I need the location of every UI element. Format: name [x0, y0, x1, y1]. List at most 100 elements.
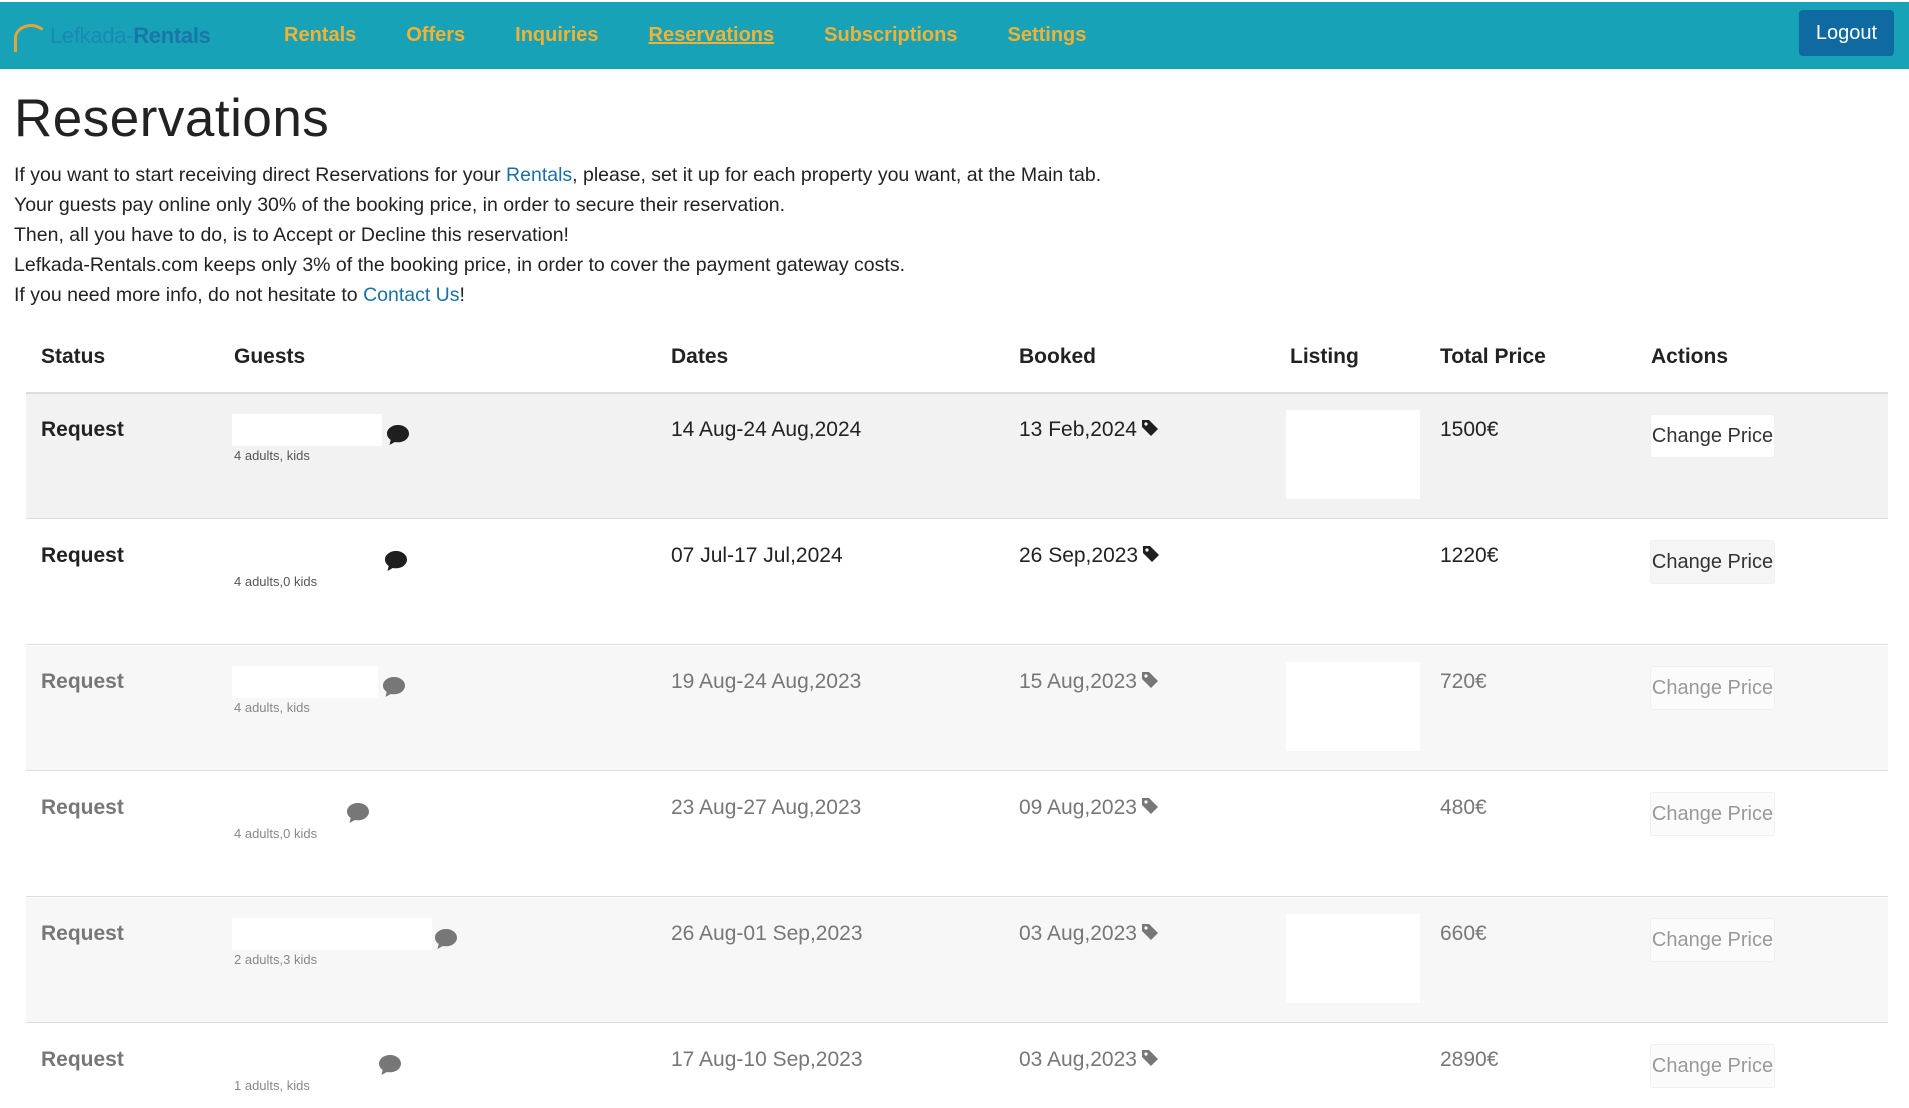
- row-booked: 09 Aug,2023: [1019, 796, 1159, 820]
- chat-bubble-icon[interactable]: [378, 1054, 402, 1076]
- nav-links: Rentals Offers Inquiries Reservations Su…: [284, 2, 1136, 69]
- nav-link-settings[interactable]: Settings: [1008, 24, 1087, 47]
- guest-count: 2 adults,3 kids: [234, 952, 318, 967]
- guest-count: 1 adults, kids: [234, 1078, 310, 1093]
- listing-thumbnail[interactable]: [1286, 410, 1420, 499]
- table-row: Request 1 adults, kids 17 Aug-10 Sep,202…: [26, 1024, 1888, 1108]
- intro-line-5: If you need more info, do not hesitate t…: [14, 280, 1214, 310]
- header-listing: Listing: [1290, 345, 1359, 368]
- contact-us-link[interactable]: Contact Us: [363, 284, 459, 306]
- header-guests: Guests: [234, 345, 306, 368]
- price-tag-icon: [1143, 546, 1160, 563]
- row-booked: 03 Aug,2023: [1019, 1048, 1159, 1072]
- nav-link-offers[interactable]: Offers: [406, 24, 465, 47]
- rentals-link[interactable]: Rentals: [506, 164, 572, 186]
- nav-link-subscriptions[interactable]: Subscriptions: [824, 24, 957, 47]
- brand-name-part2: Rentals: [133, 23, 211, 48]
- price-tag-icon: [1141, 420, 1158, 437]
- row-status: Request: [41, 544, 124, 567]
- logo-arc-icon: [14, 24, 48, 52]
- row-booked: 13 Feb,2024: [1019, 418, 1159, 442]
- row-status: Request: [41, 670, 124, 693]
- row-total-price: 1220€: [1440, 544, 1499, 567]
- nav-link-reservations[interactable]: Reservations: [649, 24, 775, 47]
- chat-bubble-icon[interactable]: [384, 550, 408, 572]
- header-status: Status: [41, 345, 106, 368]
- guest-count: 4 adults,0 kids: [234, 574, 318, 589]
- change-price-button[interactable]: Change Price: [1650, 540, 1775, 584]
- booked-date: 13 Feb,2024: [1019, 418, 1137, 441]
- intro-line-4: Lefkada-Rentals.com keeps only 3% of the…: [14, 254, 905, 276]
- intro-line-1: If you want to start receiving direct Re…: [14, 160, 1214, 190]
- guest-name-redacted: [232, 666, 378, 698]
- booked-date: 09 Aug,2023: [1019, 796, 1137, 819]
- table-row: Request 4 adults, kids 14 Aug-24 Aug,202…: [26, 394, 1888, 519]
- intro-line-1-pre: If you want to start receiving direct Re…: [14, 164, 507, 186]
- table-row: Request 4 adults, kids 19 Aug-24 Aug,202…: [26, 646, 1888, 771]
- change-price-button[interactable]: Change Price: [1650, 792, 1775, 836]
- intro-text: If you want to start receiving direct Re…: [14, 160, 1214, 310]
- page-title: Reservations: [14, 89, 330, 148]
- guest-count: 4 adults,0 kids: [234, 826, 318, 841]
- intro-line-3: Then, all you have to do, is to Accept o…: [14, 224, 569, 246]
- change-price-button[interactable]: Change Price: [1650, 918, 1775, 962]
- navbar: Lefkada- Rentals Rentals Offers Inquiries…: [0, 2, 1909, 69]
- change-price-button[interactable]: Change Price: [1650, 414, 1775, 458]
- nav-link-rentals[interactable]: Rentals: [284, 24, 356, 47]
- booked-date: 15 Aug,2023: [1019, 670, 1137, 693]
- row-total-price: 480€: [1440, 796, 1487, 819]
- brand-name-part1: Lefkada-: [50, 23, 134, 48]
- header-booked: Booked: [1019, 345, 1097, 368]
- row-status: Request: [41, 922, 124, 945]
- chat-bubble-icon[interactable]: [346, 802, 370, 824]
- nav-link-inquiries[interactable]: Inquiries: [515, 24, 598, 47]
- row-status: Request: [41, 1048, 124, 1071]
- guest-name-redacted: [232, 918, 432, 950]
- change-price-button[interactable]: Change Price: [1650, 1044, 1775, 1088]
- intro-line-5-post: !: [459, 284, 465, 306]
- guest-count: 4 adults, kids: [234, 448, 310, 463]
- header-dates: Dates: [671, 345, 729, 368]
- brand-logo[interactable]: Lefkada- Rentals: [14, 18, 211, 54]
- booked-date: 03 Aug,2023: [1019, 1048, 1137, 1071]
- table-row: Request 2 adults,3 kids 26 Aug-01 Sep,20…: [26, 898, 1888, 1023]
- header-total-price: Total Price: [1440, 345, 1546, 368]
- guest-name-redacted: [232, 414, 382, 446]
- table-header: Status Guests Dates Booked Listing Total…: [26, 340, 1888, 394]
- row-total-price: 720€: [1440, 670, 1487, 693]
- row-dates: 14 Aug-24 Aug,2024: [671, 418, 862, 441]
- logout-button[interactable]: Logout: [1799, 10, 1894, 56]
- price-tag-icon: [1141, 672, 1158, 689]
- chat-bubble-icon[interactable]: [434, 928, 458, 950]
- row-dates: 23 Aug-27 Aug,2023: [671, 796, 862, 819]
- row-total-price: 660€: [1440, 922, 1487, 945]
- price-tag-icon: [1141, 924, 1158, 941]
- intro-line-2: Your guests pay online only 30% of the b…: [14, 194, 786, 216]
- row-booked: 03 Aug,2023: [1019, 922, 1159, 946]
- price-tag-icon: [1141, 798, 1158, 815]
- row-booked: 26 Sep,2023: [1019, 544, 1160, 568]
- row-status: Request: [41, 418, 124, 441]
- row-dates: 19 Aug-24 Aug,2023: [671, 670, 862, 693]
- row-status: Request: [41, 796, 124, 819]
- booked-date: 03 Aug,2023: [1019, 922, 1137, 945]
- intro-line-5-pre: If you need more info, do not hesitate t…: [14, 284, 364, 306]
- chat-bubble-icon[interactable]: [382, 676, 406, 698]
- listing-thumbnail[interactable]: [1286, 914, 1420, 1003]
- row-total-price: 2890€: [1440, 1048, 1499, 1071]
- table-row: Request 4 adults,0 kids 23 Aug-27 Aug,20…: [26, 772, 1888, 897]
- booked-date: 26 Sep,2023: [1019, 544, 1139, 567]
- listing-thumbnail[interactable]: [1286, 662, 1420, 751]
- chat-bubble-icon[interactable]: [386, 424, 410, 446]
- price-tag-icon: [1141, 1050, 1158, 1067]
- change-price-button[interactable]: Change Price: [1650, 666, 1775, 710]
- row-total-price: 1500€: [1440, 418, 1499, 441]
- table-row: Request 4 adults,0 kids 07 Jul-17 Jul,20…: [26, 520, 1888, 645]
- row-dates: 07 Jul-17 Jul,2024: [671, 544, 843, 567]
- row-dates: 17 Aug-10 Sep,2023: [671, 1048, 863, 1071]
- guest-count: 4 adults, kids: [234, 700, 310, 715]
- header-actions: Actions: [1651, 345, 1729, 368]
- row-dates: 26 Aug-01 Sep,2023: [671, 922, 863, 945]
- row-booked: 15 Aug,2023: [1019, 670, 1159, 694]
- intro-line-1-post: , please, set it up for each property yo…: [572, 164, 1102, 186]
